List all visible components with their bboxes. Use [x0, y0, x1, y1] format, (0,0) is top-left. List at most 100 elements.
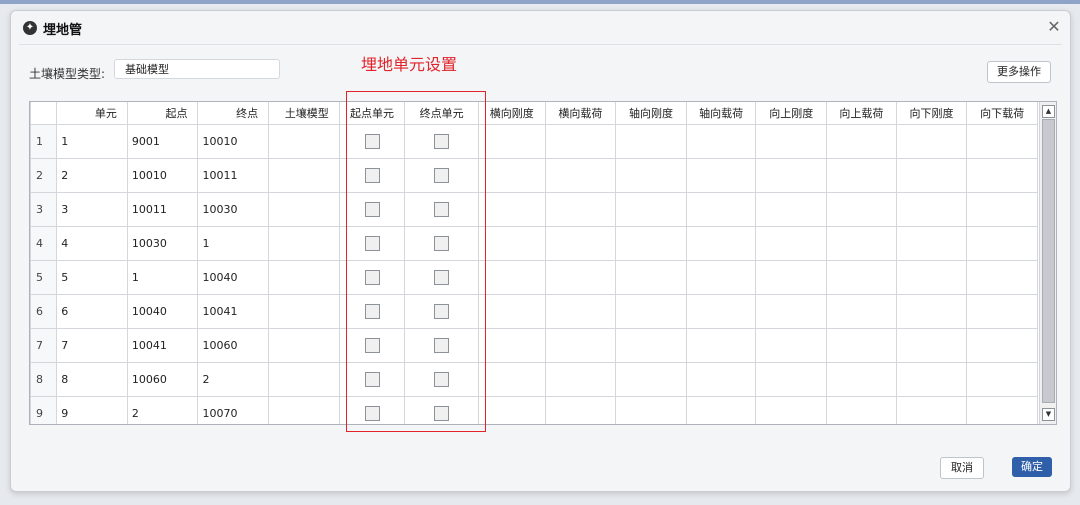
end-unit-checkbox[interactable]	[434, 338, 450, 353]
cell-value[interactable]	[895, 362, 968, 397]
cell-value[interactable]	[685, 260, 757, 295]
column-header[interactable]: 起点单元	[338, 102, 406, 125]
row-number[interactable]: 8	[30, 362, 58, 397]
cell-value[interactable]	[755, 328, 828, 363]
cancel-button[interactable]: 取消	[940, 457, 984, 479]
cell-value[interactable]	[755, 158, 828, 193]
cell-value[interactable]	[895, 328, 968, 363]
cell-value[interactable]	[477, 226, 546, 261]
start-unit-checkbox[interactable]	[364, 202, 380, 217]
cell-value[interactable]	[966, 362, 1038, 397]
cell-start[interactable]: 1	[126, 260, 199, 295]
cell-value[interactable]	[615, 192, 687, 227]
cell-unit[interactable]: 7	[56, 328, 128, 363]
end-unit-checkbox[interactable]	[434, 406, 450, 421]
cell-value[interactable]	[755, 362, 828, 397]
cell-start[interactable]: 10011	[126, 192, 199, 227]
end-unit-checkbox[interactable]	[434, 304, 450, 319]
cell-start[interactable]: 2	[126, 396, 199, 424]
column-header[interactable]: 向上载荷	[826, 102, 897, 125]
cell-value[interactable]	[685, 328, 757, 363]
cell-value[interactable]	[685, 396, 757, 424]
cell-value[interactable]	[966, 328, 1038, 363]
cell-value[interactable]	[826, 260, 897, 295]
cell-value[interactable]	[826, 226, 897, 261]
cell-value[interactable]	[477, 192, 546, 227]
cell-start[interactable]: 9001	[126, 124, 199, 159]
cell-value[interactable]	[755, 192, 828, 227]
cell-value[interactable]	[966, 260, 1038, 295]
cell-value[interactable]	[895, 124, 968, 159]
cell-end[interactable]: 10041	[197, 294, 270, 329]
more-actions-button[interactable]: 更多操作	[987, 61, 1051, 83]
cell-value[interactable]	[966, 226, 1038, 261]
cell-unit[interactable]: 1	[56, 124, 128, 159]
cell-value[interactable]	[685, 226, 757, 261]
scroll-thumb[interactable]	[1042, 119, 1055, 403]
row-number[interactable]: 4	[30, 226, 58, 261]
cell-value[interactable]	[615, 124, 687, 159]
column-header[interactable]: 轴向刚度	[615, 102, 687, 125]
cell-unit[interactable]: 5	[56, 260, 128, 295]
cell-soil-model[interactable]	[268, 328, 340, 363]
cell-start[interactable]: 10040	[126, 294, 199, 329]
column-header[interactable]: 轴向载荷	[685, 102, 757, 125]
cell-value[interactable]	[615, 226, 687, 261]
cell-value[interactable]	[544, 260, 617, 295]
end-unit-checkbox[interactable]	[434, 202, 450, 217]
cell-unit[interactable]: 6	[56, 294, 128, 329]
cell-soil-model[interactable]	[268, 294, 340, 329]
cell-value[interactable]	[544, 396, 617, 424]
column-header[interactable]: 起点	[126, 102, 199, 125]
cell-soil-model[interactable]	[268, 362, 340, 397]
scroll-up-icon[interactable]: ▲	[1042, 105, 1055, 118]
cell-value[interactable]	[685, 124, 757, 159]
cell-value[interactable]	[826, 328, 897, 363]
start-unit-checkbox[interactable]	[364, 406, 380, 421]
cell-soil-model[interactable]	[268, 396, 340, 424]
cell-unit[interactable]: 8	[56, 362, 128, 397]
end-unit-checkbox[interactable]	[434, 134, 450, 149]
cell-start[interactable]: 10041	[126, 328, 199, 363]
cell-soil-model[interactable]	[268, 158, 340, 193]
start-unit-checkbox[interactable]	[364, 270, 380, 285]
cell-value[interactable]	[895, 158, 968, 193]
cell-value[interactable]	[685, 362, 757, 397]
cell-value[interactable]	[966, 396, 1038, 424]
cell-unit[interactable]: 4	[56, 226, 128, 261]
end-unit-checkbox[interactable]	[434, 270, 450, 285]
column-header[interactable]: 向下载荷	[966, 102, 1038, 125]
cell-value[interactable]	[615, 396, 687, 424]
soil-model-type-input[interactable]: 基础模型	[114, 59, 280, 79]
column-header[interactable]: 向下刚度	[895, 102, 968, 125]
row-number[interactable]: 3	[30, 192, 58, 227]
cell-end[interactable]: 2	[197, 362, 270, 397]
cell-end[interactable]: 10011	[197, 158, 270, 193]
cell-start[interactable]: 10060	[126, 362, 199, 397]
start-unit-checkbox[interactable]	[364, 338, 380, 353]
column-header[interactable]: 土壤模型	[268, 102, 340, 125]
cell-start[interactable]: 10010	[126, 158, 199, 193]
cell-value[interactable]	[826, 294, 897, 329]
cell-value[interactable]	[755, 396, 828, 424]
cell-value[interactable]	[615, 362, 687, 397]
cell-value[interactable]	[685, 192, 757, 227]
cell-value[interactable]	[544, 226, 617, 261]
cell-soil-model[interactable]	[268, 192, 340, 227]
cell-value[interactable]	[477, 294, 546, 329]
start-unit-checkbox[interactable]	[364, 236, 380, 251]
cell-soil-model[interactable]	[268, 226, 340, 261]
start-unit-checkbox[interactable]	[364, 372, 380, 387]
cell-value[interactable]	[755, 124, 828, 159]
row-number[interactable]: 9	[30, 396, 58, 424]
end-unit-checkbox[interactable]	[434, 236, 450, 251]
cell-value[interactable]	[477, 158, 546, 193]
column-header[interactable]: 横向载荷	[544, 102, 617, 125]
cell-value[interactable]	[895, 226, 968, 261]
start-unit-checkbox[interactable]	[364, 168, 380, 183]
cell-value[interactable]	[685, 294, 757, 329]
cell-value[interactable]	[544, 158, 617, 193]
cell-soil-model[interactable]	[268, 260, 340, 295]
cell-end[interactable]: 10060	[197, 328, 270, 363]
cell-value[interactable]	[544, 328, 617, 363]
